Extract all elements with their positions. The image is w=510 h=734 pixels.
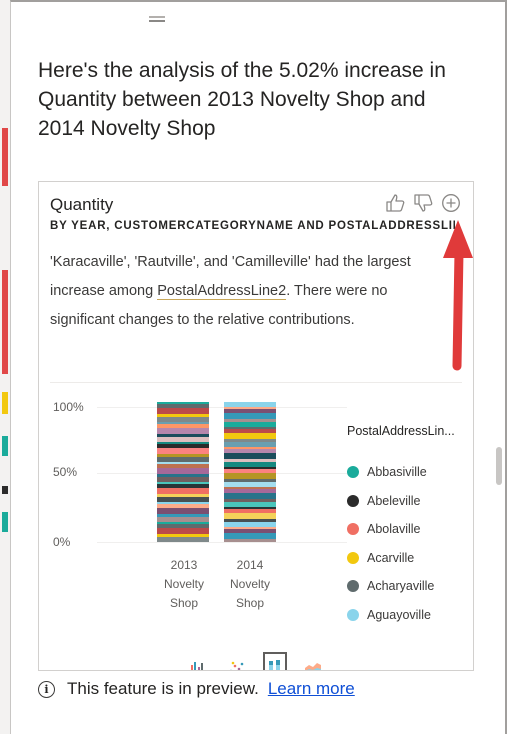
legend-item[interactable]: Acharyaville [347, 572, 434, 601]
insight-text: 'Karacaville', 'Rautville', and 'Camille… [50, 248, 450, 335]
legend-label: Abbasiville [367, 465, 427, 480]
x-tick-label-2013: 2013 Novelty Shop [149, 556, 219, 613]
edge-marker [2, 436, 8, 456]
y-tick-label: 0% [53, 535, 71, 549]
visual-type-switcher [187, 652, 325, 670]
legend-item[interactable]: Abolaville [347, 515, 434, 544]
gridline [97, 542, 347, 543]
legend-swatch [347, 466, 359, 479]
edge-marker [2, 392, 8, 414]
edge-marker [2, 270, 8, 374]
preview-notice: i This feature is in preview. Learn more [38, 679, 355, 699]
stacked-bar-2014[interactable] [224, 402, 276, 542]
edge-marker [2, 512, 8, 532]
drag-handle[interactable] [149, 16, 165, 22]
edge-marker [2, 486, 8, 494]
x-tick-label-2014: 2014 Novelty Shop [215, 556, 285, 613]
legend-swatch [347, 523, 359, 536]
column-chart-icon[interactable] [187, 652, 211, 670]
legend-title: PostalAddressLin... [347, 424, 455, 438]
y-tick-label: 100% [53, 400, 84, 414]
bar-segment[interactable] [224, 539, 276, 542]
stacked-bar-2013[interactable] [157, 402, 209, 542]
thumbs-down-icon[interactable] [413, 193, 433, 213]
legend-label: Aguayoville [367, 607, 431, 622]
info-icon: i [38, 680, 55, 698]
card-actions [385, 193, 461, 213]
stacked-column-icon[interactable] [263, 652, 287, 670]
legend-item[interactable]: Abbasiville [347, 458, 434, 487]
legend-swatch [347, 608, 359, 621]
legend-label: Abolaville [367, 522, 421, 537]
legend-item[interactable]: Abeleville [347, 487, 434, 516]
legend-label: Abeleville [367, 493, 421, 508]
bar-segment[interactable] [157, 537, 209, 542]
legend-item[interactable]: Aguayoville [347, 601, 434, 630]
legend-item[interactable]: Acarville [347, 544, 434, 573]
legend-swatch [347, 580, 359, 593]
legend-swatch [347, 551, 359, 564]
learn-more-link[interactable]: Learn more [268, 679, 355, 699]
area-chart-icon[interactable] [301, 652, 325, 670]
card-divider [50, 382, 462, 383]
edge-marker [2, 128, 8, 186]
x-tick-line: 2014 [236, 558, 264, 572]
plus-circle-icon[interactable] [441, 193, 461, 213]
gridline [97, 407, 347, 408]
x-tick-line: Novelty [163, 577, 204, 591]
legend-swatch [347, 494, 359, 507]
x-tick-line: Shop [169, 596, 199, 610]
analysis-heading: Here's the analysis of the 5.02% increas… [38, 59, 446, 140]
annotation-arrow [443, 220, 473, 371]
stacked-column-chart: 100% 50% 0% 2013 Novelty Shop 2014 Novel… [39, 400, 473, 670]
x-tick-line: Novelty [229, 577, 270, 591]
thumbs-up-icon[interactable] [385, 193, 405, 213]
legend-label: Acharyaville [367, 579, 435, 594]
scrollbar-thumb[interactable] [496, 447, 502, 485]
insight-card: Quantity BY YEAR, CUSTOMERCATEGORYNAME A… [38, 181, 474, 671]
card-title: Quantity [50, 195, 114, 214]
x-tick-line: 2013 [170, 558, 198, 572]
y-tick-label: 50% [53, 465, 78, 479]
left-edge-strip [0, 0, 10, 734]
preview-text: This feature is in preview. [67, 679, 259, 698]
legend-label: Acarville [367, 550, 415, 565]
scatter-chart-icon[interactable] [225, 652, 249, 670]
x-tick-line: Shop [235, 596, 265, 610]
gridline [97, 473, 347, 474]
card-subtitle: BY YEAR, CUSTOMERCATEGORYNAME AND POSTAL… [50, 220, 455, 232]
legend: Abbasiville Abeleville Abolaville Acarvi… [347, 458, 434, 629]
field-name-highlight[interactable]: PostalAddressLine2 [157, 283, 287, 300]
